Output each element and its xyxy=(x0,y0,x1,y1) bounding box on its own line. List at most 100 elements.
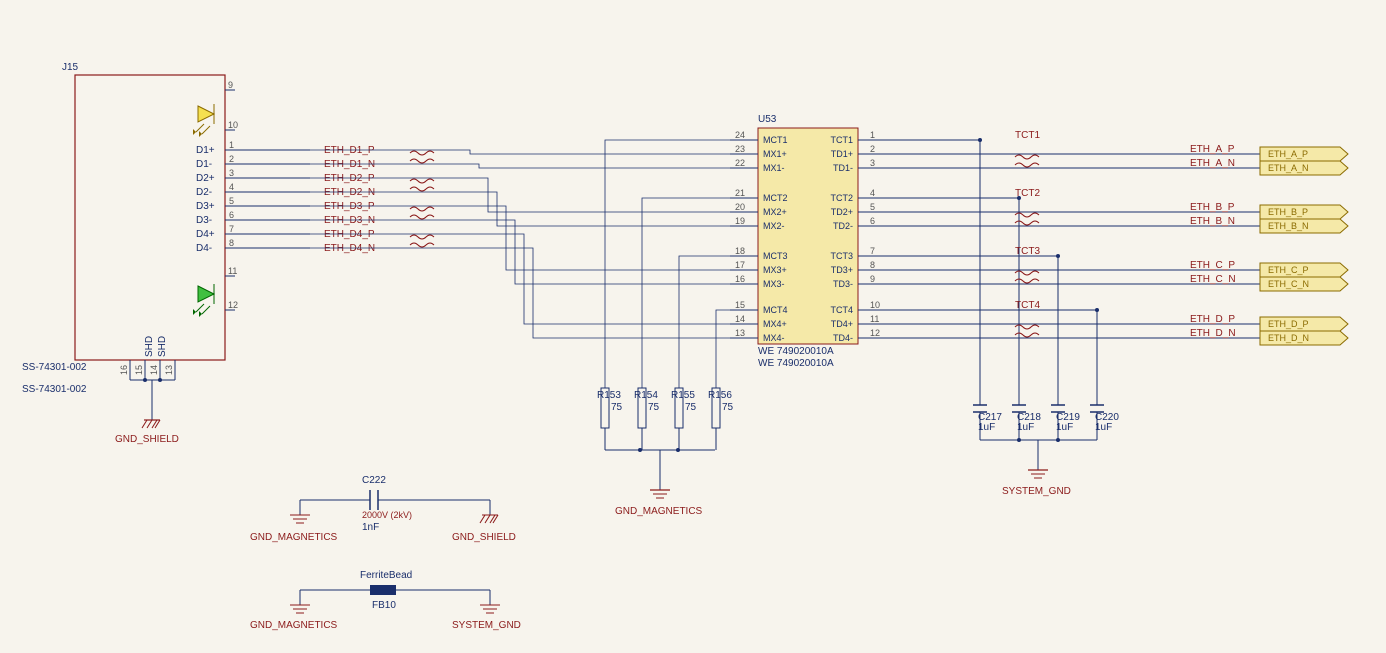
svg-text:D3+: D3+ xyxy=(196,201,215,212)
svg-text:TCT1: TCT1 xyxy=(1015,130,1040,141)
svg-text:75: 75 xyxy=(611,402,623,413)
svg-text:D4-: D4- xyxy=(196,243,212,254)
svg-text:ETH_D3_P: ETH_D3_P xyxy=(324,201,375,212)
svg-text:MCT4: MCT4 xyxy=(763,305,788,315)
svg-text:3: 3 xyxy=(229,168,234,178)
svg-text:ETH_D3_N: ETH_D3_N xyxy=(324,215,375,226)
svg-text:21: 21 xyxy=(735,188,745,198)
svg-text:U53: U53 xyxy=(758,114,777,125)
svg-text:12: 12 xyxy=(228,300,238,310)
svg-text:13: 13 xyxy=(164,365,174,375)
svg-text:ETH_D2_P: ETH_D2_P xyxy=(324,173,375,184)
gnd-shield-symbol xyxy=(142,420,160,428)
svg-text:1: 1 xyxy=(229,140,234,150)
svg-text:TD3+: TD3+ xyxy=(831,265,853,275)
svg-text:20: 20 xyxy=(735,202,745,212)
svg-text:TD2-: TD2- xyxy=(833,221,853,231)
svg-text:ETH_B_N: ETH_B_N xyxy=(1268,221,1309,231)
svg-text:R153: R153 xyxy=(597,390,621,401)
svg-text:2000V (2kV): 2000V (2kV) xyxy=(362,510,412,520)
svg-text:GND_SHIELD: GND_SHIELD xyxy=(452,532,516,543)
svg-text:SS-74301-002: SS-74301-002 xyxy=(22,384,87,395)
svg-text:ETH_C_P: ETH_C_P xyxy=(1190,260,1235,271)
svg-text:D2+: D2+ xyxy=(196,173,215,184)
svg-text:1uF: 1uF xyxy=(978,422,995,433)
svg-text:SYSTEM_GND: SYSTEM_GND xyxy=(452,620,521,631)
svg-text:ETH_D4_P: ETH_D4_P xyxy=(324,229,375,240)
svg-text:GND_MAGNETICS: GND_MAGNETICS xyxy=(615,506,703,517)
svg-text:11: 11 xyxy=(228,266,237,276)
svg-text:SS-74301-002: SS-74301-002 xyxy=(22,362,87,373)
svg-text:MX4+: MX4+ xyxy=(763,319,787,329)
gnd-magnetics-term xyxy=(650,490,670,498)
svg-text:8: 8 xyxy=(229,238,234,248)
svg-text:SHD: SHD xyxy=(157,336,168,357)
svg-text:1uF: 1uF xyxy=(1056,422,1073,433)
svg-text:18: 18 xyxy=(735,246,745,256)
svg-text:8: 8 xyxy=(870,260,875,270)
svg-text:GND_MAGNETICS: GND_MAGNETICS xyxy=(250,620,338,631)
svg-text:ETH_C_N: ETH_C_N xyxy=(1190,274,1236,285)
svg-text:22: 22 xyxy=(735,158,745,168)
svg-text:D3-: D3- xyxy=(196,215,212,226)
svg-text:16: 16 xyxy=(735,274,745,284)
svg-text:ETH_B_P: ETH_B_P xyxy=(1190,202,1235,213)
svg-text:10: 10 xyxy=(228,120,238,130)
led-green xyxy=(193,284,214,317)
hv-cap-c222: C222 2000V (2kV) 1nF GND_MAGNETICS GND_S… xyxy=(250,475,516,543)
svg-text:4: 4 xyxy=(870,188,875,198)
svg-text:6: 6 xyxy=(229,210,234,220)
svg-text:TD1+: TD1+ xyxy=(831,149,853,159)
svg-text:SHD: SHD xyxy=(144,336,155,357)
svg-text:D2-: D2- xyxy=(196,187,212,198)
led-yellow xyxy=(193,104,214,137)
svg-text:ETH_D_N: ETH_D_N xyxy=(1190,328,1236,339)
svg-text:23: 23 xyxy=(735,144,745,154)
svg-text:ETH_B_P: ETH_B_P xyxy=(1268,207,1308,217)
svg-text:TD4+: TD4+ xyxy=(831,319,853,329)
svg-text:9: 9 xyxy=(228,80,233,90)
svg-text:WE 749020010A: WE 749020010A xyxy=(758,358,834,369)
svg-text:ETH_A_P: ETH_A_P xyxy=(1268,149,1308,159)
svg-text:MCT1: MCT1 xyxy=(763,135,788,145)
svg-text:MCT3: MCT3 xyxy=(763,251,788,261)
svg-text:17: 17 xyxy=(735,260,745,270)
svg-text:R155: R155 xyxy=(671,390,695,401)
svg-text:MX1+: MX1+ xyxy=(763,149,787,159)
svg-text:R154: R154 xyxy=(634,390,658,401)
svg-text:ETH_C_N: ETH_C_N xyxy=(1268,279,1309,289)
svg-text:TCT3: TCT3 xyxy=(831,251,854,261)
svg-text:MX4-: MX4- xyxy=(763,333,785,343)
svg-text:MX3-: MX3- xyxy=(763,279,785,289)
svg-text:ETH_A_N: ETH_A_N xyxy=(1190,158,1235,169)
termination-resistors: R15375R15475R15575R15675 xyxy=(597,388,734,450)
svg-text:2: 2 xyxy=(229,154,234,164)
svg-text:TCT4: TCT4 xyxy=(831,305,854,315)
gnd-system-caps xyxy=(1028,470,1048,478)
svg-text:11: 11 xyxy=(870,314,879,324)
svg-text:GND_SHIELD: GND_SHIELD xyxy=(115,434,179,445)
svg-text:7: 7 xyxy=(870,246,875,256)
svg-text:ETH_D2_N: ETH_D2_N xyxy=(324,187,375,198)
svg-text:GND_MAGNETICS: GND_MAGNETICS xyxy=(250,532,338,543)
svg-text:16: 16 xyxy=(119,365,129,375)
svg-text:75: 75 xyxy=(722,402,734,413)
svg-text:1uF: 1uF xyxy=(1095,422,1112,433)
tct-caps: C2171uFC2181uFC2191uFC2201uF xyxy=(973,388,1119,440)
svg-text:MX2-: MX2- xyxy=(763,221,785,231)
j15-refdes: J15 xyxy=(62,62,79,73)
svg-text:TD3-: TD3- xyxy=(833,279,853,289)
svg-text:ETH_B_N: ETH_B_N xyxy=(1190,216,1235,227)
svg-text:FerriteBead: FerriteBead xyxy=(360,570,412,581)
svg-text:75: 75 xyxy=(685,402,697,413)
svg-text:19: 19 xyxy=(735,216,745,226)
svg-text:MX1-: MX1- xyxy=(763,163,785,173)
svg-text:13: 13 xyxy=(735,328,745,338)
svg-text:15: 15 xyxy=(134,365,144,375)
svg-text:R156: R156 xyxy=(708,390,732,401)
svg-text:1: 1 xyxy=(870,130,875,140)
svg-text:14: 14 xyxy=(735,314,745,324)
svg-text:TD1-: TD1- xyxy=(833,163,853,173)
svg-text:ETH_A_P: ETH_A_P xyxy=(1190,144,1235,155)
svg-text:D4+: D4+ xyxy=(196,229,215,240)
